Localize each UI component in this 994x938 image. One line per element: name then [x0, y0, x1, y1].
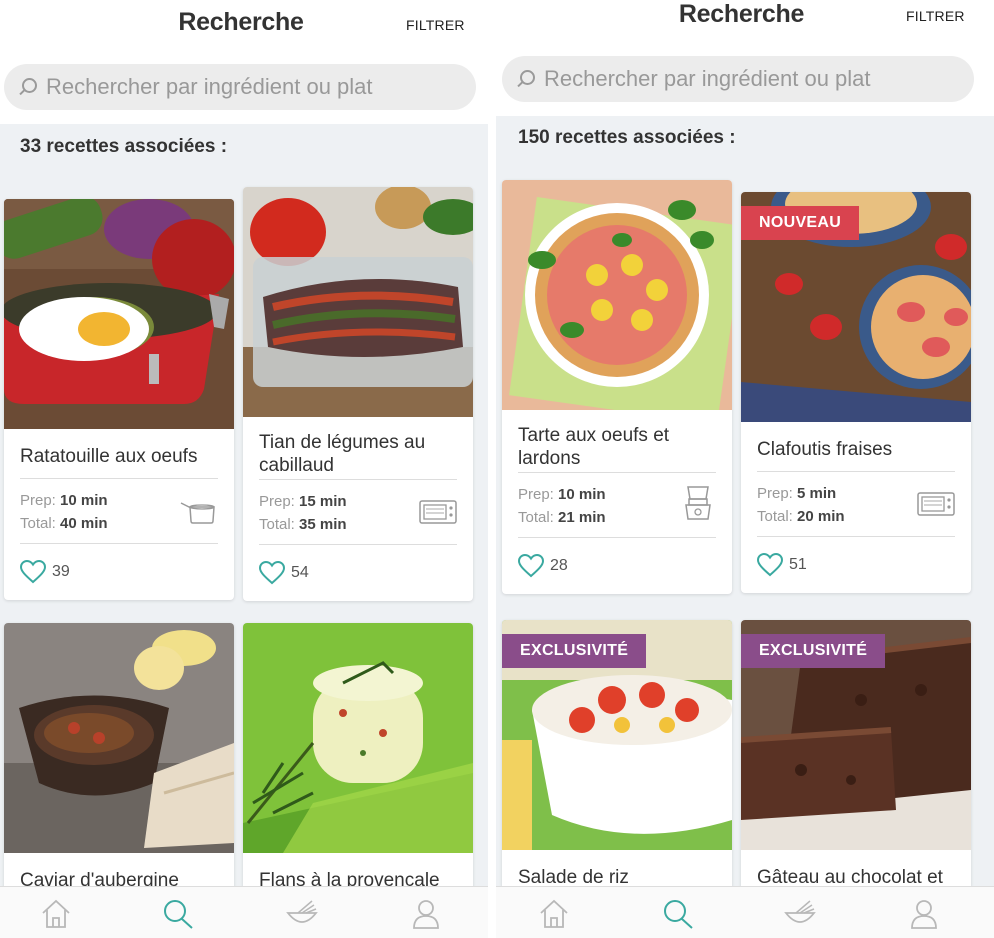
- results-area: 33 recettes associées : Ratatouille aux …: [0, 124, 488, 893]
- search-icon[interactable]: [162, 899, 194, 929]
- recipe-times: Prep: 15 min Total: 35 min: [243, 480, 473, 544]
- total-time: 20 min: [797, 508, 845, 525]
- prep-label: Prep:: [20, 492, 56, 509]
- total-time: 40 min: [60, 515, 108, 532]
- saucepan-icon: [180, 497, 218, 525]
- filter-button[interactable]: FILTRER: [906, 8, 965, 24]
- recipe-title: Clafoutis fraises: [757, 439, 893, 460]
- oven-icon: [917, 490, 955, 518]
- mixer-icon: [678, 485, 716, 521]
- recipe-image: [4, 623, 234, 853]
- header: Recherche FILTRER: [496, 0, 994, 52]
- recipe-card[interactable]: EXCLUSIVITÉ Gâteau au chocolat et: [741, 620, 971, 890]
- result-count: 33 recettes associées :: [20, 136, 228, 157]
- total-label: Total:: [20, 515, 56, 532]
- new-badge: NOUVEAU: [741, 206, 860, 240]
- recipe-card[interactable]: Flans à la provençale: [243, 623, 473, 893]
- recipe-card[interactable]: Ratatouille aux oeufs Prep: 10 min Total…: [4, 199, 234, 600]
- total-time: 35 min: [299, 516, 347, 533]
- heart-icon: [259, 561, 285, 585]
- result-count: 150 recettes associées :: [518, 127, 736, 148]
- recipe-title: Ratatouille aux oeufs: [20, 446, 198, 467]
- exclusive-badge: EXCLUSIVITÉ: [741, 634, 886, 668]
- recipe-image: [502, 180, 732, 410]
- like-count: 54: [291, 564, 309, 581]
- total-label: Total:: [757, 508, 793, 525]
- prep-time: 15 min: [299, 493, 347, 510]
- like-count: 28: [550, 557, 568, 574]
- recipe-times: Prep: 10 min Total: 40 min: [4, 479, 234, 543]
- prep-time: 5 min: [797, 485, 837, 502]
- search-input[interactable]: [46, 74, 446, 100]
- prep-label: Prep:: [518, 486, 554, 503]
- prep-time: 10 min: [60, 492, 108, 509]
- profile-icon[interactable]: [410, 899, 442, 929]
- recipe-card[interactable]: Tarte aux oeufs et lardons Prep: 10 min …: [502, 180, 732, 594]
- total-time: 21 min: [558, 509, 606, 526]
- total-label: Total:: [259, 516, 295, 533]
- filter-button[interactable]: FILTRER: [406, 17, 465, 33]
- screen-left: Recherche FILTRER 33 recettes associées …: [0, 0, 488, 938]
- recipe-image: [4, 199, 234, 429]
- recipe-image: EXCLUSIVITÉ: [502, 620, 732, 850]
- prep-label: Prep:: [757, 485, 793, 502]
- whisk-icon[interactable]: [286, 899, 318, 929]
- tab-bar: [0, 886, 488, 938]
- heart-icon: [518, 554, 544, 578]
- tab-bar: [496, 886, 994, 938]
- search-icon[interactable]: [662, 899, 694, 929]
- results-area: 150 recettes associées : Tarte aux oeufs…: [496, 116, 994, 890]
- recipe-card[interactable]: Tian de légumes au cabillaud Prep: 15 mi…: [243, 187, 473, 601]
- search-bar[interactable]: [502, 56, 974, 102]
- recipe-times: Prep: 5 min Total: 20 min: [741, 472, 971, 536]
- like-count: 51: [789, 556, 807, 573]
- profile-icon[interactable]: [908, 899, 940, 929]
- whisk-icon[interactable]: [784, 899, 816, 929]
- search-bar[interactable]: [4, 64, 476, 110]
- like-count: 39: [52, 563, 70, 580]
- search-icon: [18, 78, 37, 96]
- recipe-image: [243, 623, 473, 853]
- total-label: Total:: [518, 509, 554, 526]
- prep-label: Prep:: [259, 493, 295, 510]
- recipe-image: [243, 187, 473, 417]
- recipe-card[interactable]: Caviar d'aubergine: [4, 623, 234, 893]
- search-icon: [516, 70, 535, 88]
- recipe-title: Gâteau au chocolat et: [757, 867, 943, 888]
- recipe-title: Salade de riz: [518, 867, 629, 888]
- recipe-card[interactable]: NOUVEAU Clafoutis fraises Prep: 5 min To…: [741, 192, 971, 593]
- heart-icon: [20, 560, 46, 584]
- like-button[interactable]: 51: [741, 537, 971, 593]
- prep-time: 10 min: [558, 486, 606, 503]
- home-icon[interactable]: [40, 899, 72, 929]
- recipe-title: Tian de légumes au cabillaud: [259, 432, 426, 476]
- screen-right: Recherche FILTRER 150 recettes associées…: [496, 0, 994, 938]
- like-button[interactable]: 39: [4, 544, 234, 600]
- search-input[interactable]: [544, 66, 944, 92]
- exclusive-badge: EXCLUSIVITÉ: [502, 634, 647, 668]
- like-button[interactable]: 28: [502, 538, 732, 594]
- recipe-image: EXCLUSIVITÉ: [741, 620, 971, 850]
- header: Recherche FILTRER: [0, 0, 488, 52]
- heart-icon: [757, 553, 783, 577]
- home-icon[interactable]: [538, 899, 570, 929]
- recipe-title: Tarte aux oeufs et lardons: [518, 425, 670, 469]
- recipe-card[interactable]: EXCLUSIVITÉ Salade de riz: [502, 620, 732, 890]
- like-button[interactable]: 54: [243, 545, 473, 601]
- oven-icon: [419, 498, 457, 526]
- recipe-times: Prep: 10 min Total: 21 min: [502, 473, 732, 537]
- recipe-image: NOUVEAU: [741, 192, 971, 422]
